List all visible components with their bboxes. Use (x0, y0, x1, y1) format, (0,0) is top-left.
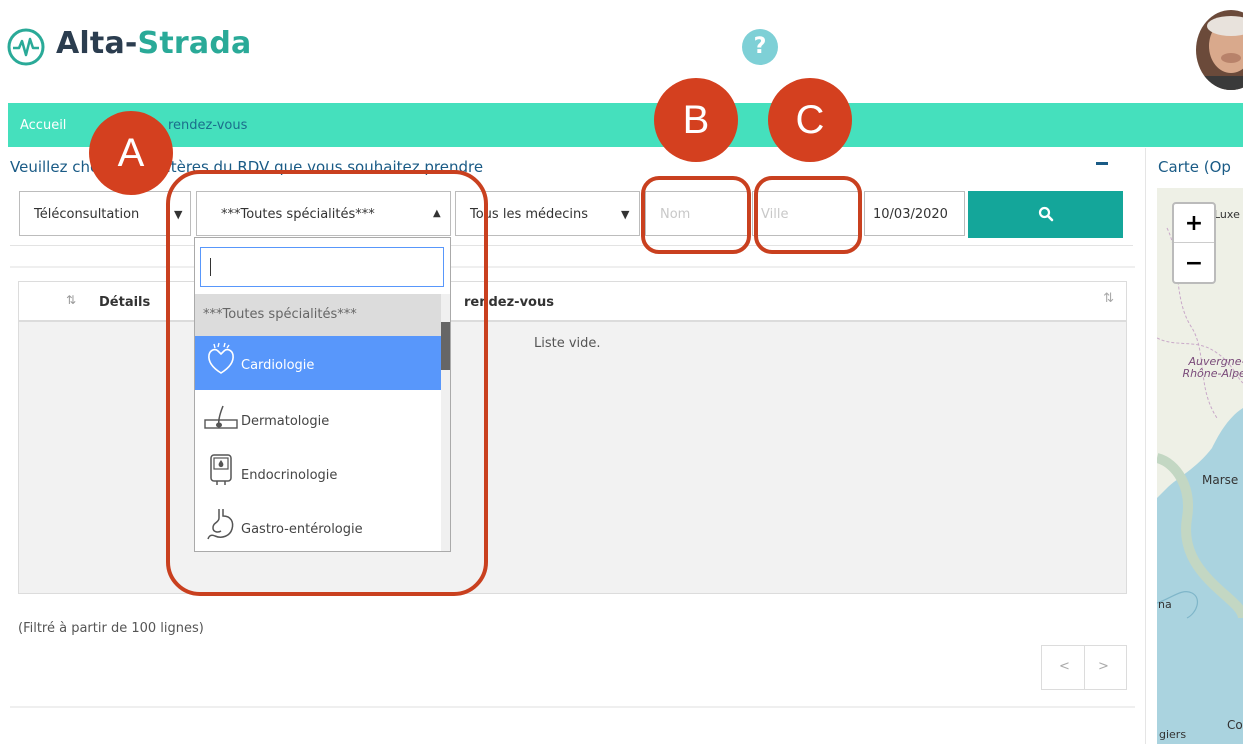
search-icon (1038, 206, 1054, 222)
sort-icon[interactable]: ⇅ (1103, 291, 1114, 306)
next-page-button[interactable]: > (1098, 659, 1109, 674)
app-header: Alta-Strada ? (0, 0, 1243, 100)
consultation-type-value: Téléconsultation (34, 207, 140, 222)
column-header-details[interactable]: Détails (99, 295, 150, 310)
map-title: Carte (Op (1158, 158, 1231, 176)
map-label: na (1158, 598, 1172, 611)
divider (1084, 646, 1085, 689)
callout-b: B (654, 78, 738, 162)
callout-c: C (768, 78, 852, 162)
previous-page-button[interactable]: < (1059, 659, 1070, 674)
map-region-label: Auvergne-Rhône-Alpes (1182, 355, 1243, 380)
map-label: Marse (1202, 473, 1239, 487)
breadcrumb-home[interactable]: Accueil (20, 118, 66, 133)
help-icon[interactable]: ? (742, 29, 778, 65)
callout-a: A (89, 111, 173, 195)
map-zoom-control: + − (1172, 202, 1216, 284)
dropdown-arrow-icon: ▼ (621, 208, 630, 221)
zoom-out-button[interactable]: − (1174, 244, 1214, 283)
map-label: Co (1227, 718, 1243, 732)
breadcrumb: Accueil rendez-vous (8, 103, 1243, 147)
zoom-in-button[interactable]: + (1174, 204, 1214, 243)
sort-icon[interactable]: ⇅ (66, 293, 76, 307)
breadcrumb-current: rendez-vous (168, 118, 248, 133)
highlight-ring-b (641, 176, 751, 254)
search-button[interactable] (968, 191, 1123, 238)
map-label: Luxe (1214, 208, 1240, 221)
collapse-button[interactable] (1096, 162, 1108, 165)
divider (10, 706, 1135, 708)
user-avatar[interactable] (1196, 10, 1243, 90)
divider (1145, 148, 1146, 744)
brand-name-part2: Strada (137, 26, 252, 61)
date-value: 10/03/2020 (873, 207, 948, 222)
pagination: < > (1041, 645, 1127, 690)
empty-message: Liste vide. (534, 336, 601, 351)
brand-name-part1: Alta- (56, 26, 138, 61)
highlight-ring-a (166, 170, 488, 596)
filter-info: (Filtré à partir de 100 lignes) (18, 621, 204, 636)
highlight-ring-c (754, 176, 862, 254)
brand-name[interactable]: Alta-Strada (56, 26, 251, 61)
map-label: giers (1159, 728, 1187, 741)
logo-pulse-icon (7, 28, 45, 66)
date-input[interactable]: 10/03/2020 (864, 191, 965, 236)
